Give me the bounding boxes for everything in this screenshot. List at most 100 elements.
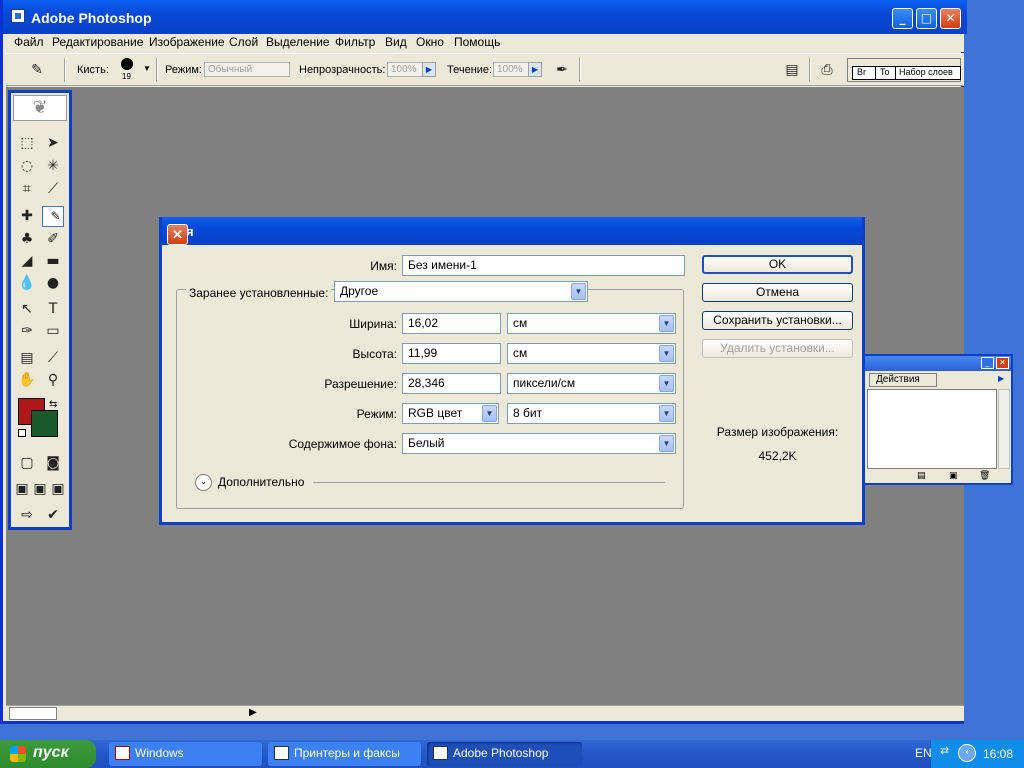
new-action-icon[interactable]: ▣ bbox=[949, 471, 958, 481]
height-input[interactable]: 11,99 bbox=[402, 343, 501, 364]
app-titlebar[interactable]: Adobe Photoshop _ □ ✕ bbox=[3, 0, 967, 34]
menu-layer[interactable]: Слой bbox=[229, 35, 258, 49]
imageready-icon[interactable]: ✔ bbox=[42, 505, 64, 525]
task-printers[interactable]: Принтеры и факсы bbox=[268, 742, 421, 766]
zoom-tool-icon[interactable]: ⚲ bbox=[42, 370, 64, 390]
jump-to-imageready-icon[interactable]: ⇨ bbox=[16, 505, 38, 525]
file-browser-icon[interactable]: ▤ bbox=[781, 59, 803, 79]
marquee-tool-icon[interactable]: ⬚ bbox=[16, 133, 38, 153]
swap-colors-icon[interactable]: ⇆ bbox=[49, 399, 57, 410]
background-color-swatch[interactable] bbox=[31, 410, 58, 437]
document-name-input[interactable]: Без имени-1 bbox=[402, 255, 685, 276]
lasso-tool-icon[interactable]: ◌ bbox=[16, 156, 38, 176]
screen-mode-standard-icon[interactable]: ▣ bbox=[13, 479, 31, 499]
blur-tool-icon[interactable]: 💧 bbox=[16, 273, 38, 293]
color-mode-select[interactable]: RGB цвет ▼ bbox=[402, 403, 499, 424]
menu-file[interactable]: Файл bbox=[14, 35, 44, 49]
actions-scrollbar[interactable] bbox=[998, 389, 1010, 469]
standard-mode-icon[interactable]: ▢ bbox=[16, 453, 38, 473]
menu-view[interactable]: Вид bbox=[385, 35, 407, 49]
height-unit-select[interactable]: см ▼ bbox=[507, 343, 676, 364]
width-unit-select[interactable]: см ▼ bbox=[507, 313, 676, 334]
resolution-unit-select[interactable]: пиксели/см ▼ bbox=[507, 373, 676, 394]
notes-tool-icon[interactable]: ▤ bbox=[16, 348, 38, 368]
feather-logo-icon[interactable]: ❦ bbox=[13, 95, 67, 121]
chevron-down-icon[interactable]: ▼ bbox=[659, 435, 674, 452]
chevron-down-icon[interactable]: ▼ bbox=[659, 405, 674, 422]
chevron-down-icon[interactable]: ▼ bbox=[659, 315, 674, 332]
palette-minimize-icon[interactable]: _ bbox=[981, 357, 994, 369]
task-photoshop[interactable]: Adobe Photoshop bbox=[427, 742, 582, 766]
maximize-button[interactable]: □ bbox=[916, 8, 937, 29]
dialog-titlebar[interactable]: Имя ✕ bbox=[162, 217, 862, 245]
gradient-tool-icon[interactable]: ▬ bbox=[42, 251, 64, 271]
zoom-field[interactable] bbox=[9, 707, 57, 720]
screen-mode-full-menu-icon[interactable]: ▣ bbox=[31, 479, 49, 499]
clone-stamp-tool-icon[interactable]: ♣ bbox=[16, 229, 38, 249]
hand-tool-icon[interactable]: ✋ bbox=[16, 370, 38, 390]
language-indicator[interactable]: EN bbox=[915, 746, 932, 760]
opacity-arrow-icon[interactable]: ▶ bbox=[422, 62, 436, 77]
chevron-down-icon[interactable]: ▼ bbox=[659, 345, 674, 362]
rectangle-tool-icon[interactable]: ▭ bbox=[42, 321, 64, 341]
mode-select[interactable]: Обычный bbox=[204, 62, 290, 77]
flow-arrow-icon[interactable]: ▶ bbox=[528, 62, 542, 77]
history-brush-tool-icon[interactable]: ✐ bbox=[42, 229, 64, 249]
default-colors-icon[interactable] bbox=[18, 429, 26, 437]
eraser-tool-icon[interactable]: ◢ bbox=[16, 251, 38, 271]
chevron-down-icon[interactable]: ▼ bbox=[482, 405, 497, 422]
dodge-tool-icon[interactable]: ● bbox=[42, 273, 64, 293]
background-contents-select[interactable]: Белый ▼ bbox=[402, 433, 676, 454]
magic-wand-tool-icon[interactable]: ✳ bbox=[42, 156, 64, 176]
opacity-input[interactable]: 100% bbox=[387, 62, 424, 77]
status-arrow-icon[interactable]: ▶ bbox=[249, 707, 257, 718]
healing-brush-tool-icon[interactable]: ✚ bbox=[16, 206, 38, 226]
bit-depth-select[interactable]: 8 бит ▼ bbox=[507, 403, 676, 424]
minimize-button[interactable]: _ bbox=[892, 8, 913, 29]
brush-preset-icon[interactable]: ✎ bbox=[26, 59, 48, 79]
expand-advanced-icon[interactable]: ⌄ bbox=[195, 474, 212, 491]
new-set-icon[interactable]: ▤ bbox=[917, 471, 926, 481]
chevron-down-icon[interactable]: ▼ bbox=[571, 283, 586, 300]
palette-titlebar[interactable]: _ ✕ bbox=[865, 356, 1011, 371]
brush-dot-icon[interactable] bbox=[121, 58, 133, 70]
chevron-down-icon[interactable]: ▼ bbox=[659, 375, 674, 392]
slice-tool-icon[interactable]: ⟋ bbox=[42, 179, 64, 199]
path-selection-tool-icon[interactable]: ↖ bbox=[16, 299, 38, 319]
palette-tab-tool-presets[interactable]: To bbox=[875, 66, 897, 80]
pen-tool-icon[interactable]: ✑ bbox=[16, 321, 38, 341]
eyedropper-tool-icon[interactable]: ⟋ bbox=[42, 348, 64, 368]
delete-preset-button[interactable]: Удалить установки... bbox=[702, 339, 853, 358]
palette-close-icon[interactable]: ✕ bbox=[996, 357, 1009, 369]
menu-select[interactable]: Выделение bbox=[266, 35, 330, 49]
print-icon[interactable]: ⎙ bbox=[816, 59, 838, 79]
network-icon[interactable]: ⇄ bbox=[940, 744, 949, 757]
palette-tab-layer-comps[interactable]: Набор слоев bbox=[895, 66, 961, 80]
brush-dropdown-icon[interactable]: ▼ bbox=[143, 64, 151, 73]
menu-help[interactable]: Помощь bbox=[454, 35, 500, 49]
actions-tab[interactable]: Действия bbox=[869, 373, 937, 387]
tray-expand-icon[interactable]: ‹ bbox=[958, 744, 976, 762]
ok-button[interactable]: OK bbox=[702, 255, 853, 274]
delete-action-icon[interactable]: 🗑 bbox=[979, 471, 990, 481]
close-button[interactable]: ✕ bbox=[940, 8, 961, 29]
type-tool-icon[interactable]: T bbox=[42, 299, 64, 319]
task-windows-commander[interactable]: Windows Commander... bbox=[109, 742, 262, 766]
menu-window[interactable]: Окно bbox=[416, 35, 444, 49]
crop-tool-icon[interactable]: ⌗ bbox=[16, 179, 38, 199]
save-preset-button[interactable]: Сохранить установки... bbox=[702, 311, 853, 330]
menu-edit[interactable]: Редактирование bbox=[52, 35, 143, 49]
screen-mode-full-icon[interactable]: ▣ bbox=[49, 479, 67, 499]
palette-menu-icon[interactable]: ▶ bbox=[998, 374, 1004, 383]
width-input[interactable]: 16,02 bbox=[402, 313, 501, 334]
quick-mask-mode-icon[interactable]: ◙ bbox=[42, 453, 64, 473]
advanced-label[interactable]: Дополнительно bbox=[218, 475, 304, 489]
dialog-close-button[interactable]: ✕ bbox=[167, 224, 188, 245]
cancel-button[interactable]: Отмена bbox=[702, 283, 853, 302]
menu-image[interactable]: Изображение bbox=[149, 35, 225, 49]
start-button[interactable]: пуск bbox=[0, 740, 96, 768]
flow-input[interactable]: 100% bbox=[493, 62, 530, 77]
menu-filter[interactable]: Фильтр bbox=[335, 35, 375, 49]
actions-list[interactable] bbox=[867, 389, 997, 469]
resolution-input[interactable]: 28,346 bbox=[402, 373, 501, 394]
